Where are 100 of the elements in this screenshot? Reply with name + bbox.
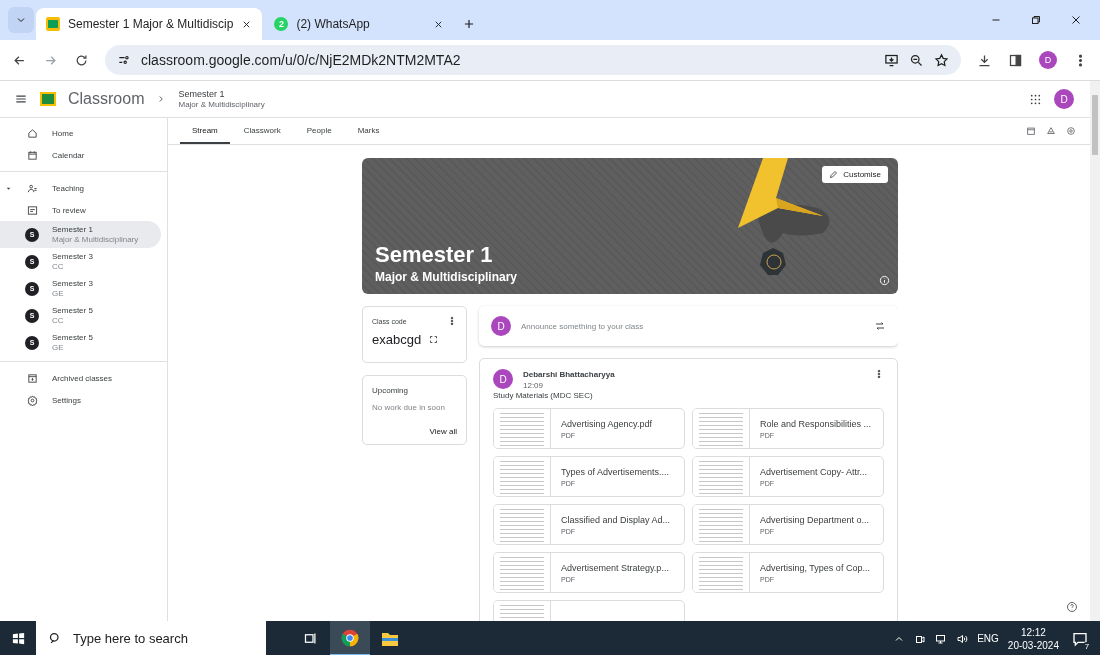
page-tab[interactable]: People: [294, 118, 344, 144]
zoom-out-icon[interactable]: [909, 52, 924, 68]
archive-icon: [26, 372, 38, 384]
announce-box[interactable]: D Announce something to your class: [479, 306, 898, 346]
sidebar-label: To review: [52, 205, 86, 215]
class-section: CC: [52, 315, 93, 325]
drive-icon[interactable]: [1046, 126, 1056, 136]
class-name: Semester 3: [52, 279, 93, 289]
windows-logo-icon[interactable]: [10, 631, 26, 646]
star-icon[interactable]: [934, 52, 949, 68]
sidebar-label: Settings: [52, 395, 81, 405]
file-name: Advertisement Copy- Attr...: [760, 466, 868, 477]
class-name: Semester 1: [52, 225, 94, 235]
settings-icon[interactable]: [1066, 126, 1076, 136]
browser-tab[interactable]: 2 (2) WhatsApp: [264, 8, 455, 40]
scrollbar[interactable]: [1090, 81, 1100, 621]
post-time: 12:09: [523, 380, 545, 392]
menu-icon[interactable]: [14, 92, 28, 106]
pencil-icon: [829, 170, 839, 179]
sidebar-label: Home: [52, 128, 74, 138]
class-section: CC: [52, 261, 93, 271]
account-avatar[interactable]: D: [1054, 89, 1074, 109]
page-tab[interactable]: Classwork: [231, 118, 293, 144]
class-section: Major & Multidisciplinary: [52, 234, 139, 244]
upcoming-note: No work due in soon: [372, 403, 446, 412]
whatsapp-badge: 2: [274, 17, 289, 31]
notification-icon[interactable]: [1072, 630, 1088, 647]
taskbar-search-field[interactable]: Type here to search: [36, 621, 266, 655]
class-section: GE: [52, 342, 93, 352]
document-thumbnail: [494, 409, 551, 449]
file-name: Advertising Department o...: [760, 514, 870, 525]
language-indicator[interactable]: ENG: [977, 633, 999, 644]
document-thumbnail: [494, 457, 551, 497]
network-icon[interactable]: [935, 632, 948, 645]
reload-icon[interactable]: [74, 52, 89, 68]
sidebar-label: Archived classes: [52, 373, 113, 383]
sidebar-item[interactable]: Archived classes: [0, 367, 161, 389]
calendar-icon: [26, 149, 38, 161]
document-thumbnail: [693, 553, 750, 593]
tab-title: Semester 1 Major & Multidiscip: [68, 17, 234, 31]
restore-icon[interactable]: [1030, 14, 1042, 26]
upcoming-title: Upcoming: [372, 386, 409, 395]
file-name: Advertisement Strategy.p...: [561, 562, 669, 573]
author-avatar: D: [493, 369, 513, 389]
tab-title: (2) WhatsApp: [296, 17, 371, 31]
file-name: Classified and Display Ad...: [561, 514, 671, 525]
file-name: Role and Responsibilities ...: [760, 418, 872, 429]
sidebar-label: Calendar: [52, 150, 85, 160]
author-name: Debarshi Bhattacharyya: [523, 369, 616, 381]
people-icon: [26, 182, 38, 194]
chrome-icon[interactable]: [340, 627, 360, 648]
document-thumbnail: [693, 409, 750, 449]
class-name: Semester 5: [52, 333, 93, 343]
browser-tab[interactable]: Semester 1 Major & Multidiscip: [36, 8, 263, 40]
class-section: GE: [52, 288, 93, 298]
side-panel-icon[interactable]: [1008, 52, 1023, 68]
sidebar-label: Teaching: [52, 183, 85, 193]
file-name: Advertising Agency.pdf: [561, 418, 652, 429]
close-icon[interactable]: [1070, 14, 1082, 26]
calendar-icon[interactable]: [1026, 126, 1036, 136]
post-text: Study Materials (MDC SEC): [493, 391, 594, 401]
list-icon: [26, 204, 38, 216]
help-icon[interactable]: [1066, 601, 1078, 613]
site-settings-icon: [117, 53, 131, 67]
class-code: exabcgd: [372, 332, 422, 347]
breadcrumb-class[interactable]: Semester 1: [178, 88, 265, 100]
sidebar-item[interactable]: Settings: [0, 389, 161, 411]
apps-grid-icon[interactable]: [1029, 92, 1042, 106]
sidebar-item[interactable]: To review: [0, 199, 161, 221]
breadcrumb-section: Major & Multidisciplinary: [178, 99, 265, 110]
document-thumbnail: [693, 505, 750, 545]
fullscreen-icon[interactable]: [429, 335, 439, 344]
task-view-icon[interactable]: [302, 631, 318, 646]
file-name: Types of Advertisements....: [561, 466, 670, 477]
notification-count: 7: [1082, 641, 1092, 651]
sidebar-item[interactable]: Teaching: [0, 177, 161, 199]
announce-placeholder: Announce something to your class: [521, 321, 645, 331]
customise-button[interactable]: Customise: [822, 166, 888, 183]
document-thumbnail: [494, 505, 551, 545]
speaker-icon[interactable]: [956, 632, 969, 645]
profile-avatar[interactable]: D: [1039, 51, 1057, 69]
page-tab[interactable]: Stream: [180, 118, 230, 144]
address-bar[interactable]: classroom.google.com/u/0/c/NjE2MDk2NTM2MTA2: [105, 45, 961, 75]
folder-icon[interactable]: [381, 630, 399, 647]
class-name: Semester 3: [52, 252, 93, 262]
sidebar-item[interactable]: Calendar: [0, 144, 161, 166]
page-tab[interactable]: Marks: [345, 118, 392, 144]
sidebar-item[interactable]: Home: [0, 122, 161, 144]
clock[interactable]: 12:12 20-03-2024: [1007, 625, 1059, 652]
info-icon[interactable]: [879, 275, 890, 286]
repost-icon[interactable]: [874, 320, 886, 332]
install-app-icon[interactable]: [884, 52, 899, 68]
url-text: classroom.google.com/u/0/c/NjE2MDk2NTM2MTA2: [141, 52, 462, 68]
file-name: Advertising, Types of Cop...: [760, 562, 870, 573]
view-all-link[interactable]: View all: [429, 427, 457, 436]
settings-icon: [26, 394, 38, 406]
product-name[interactable]: Classroom: [68, 90, 145, 108]
class-name: Semester 5: [52, 306, 93, 316]
class-title: Semester 1: [375, 242, 493, 268]
classroom-logo: [40, 92, 56, 106]
